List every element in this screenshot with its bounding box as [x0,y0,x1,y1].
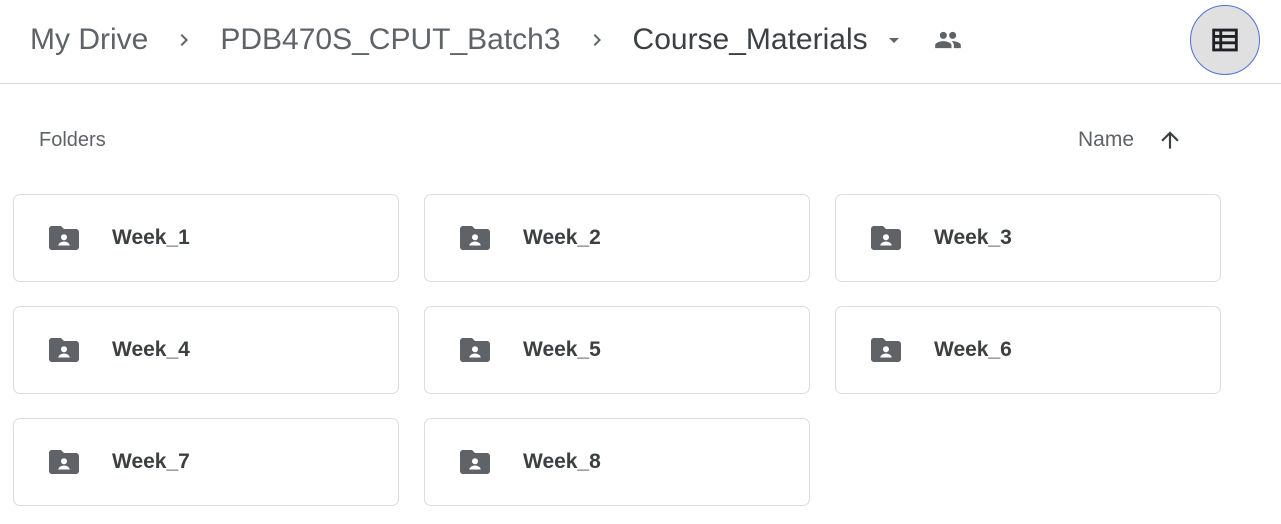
folder-grid: Week_1 Week_2 Week_3 Week_4 Week_5 Week_6 Week… [13,194,1221,506]
folder-name: Week_8 [523,450,601,473]
chevron-right-icon [579,18,615,62]
folder-card[interactable]: Week_3 [835,194,1221,282]
folder-card[interactable]: Week_5 [424,306,810,394]
folder-card[interactable]: Week_8 [424,418,810,506]
sort-control: Name [1078,122,1186,158]
shared-folder-icon [46,332,82,368]
folder-name: Week_4 [112,338,190,361]
folder-name: Week_2 [523,226,601,249]
folder-card[interactable]: Week_2 [424,194,810,282]
sort-by-name-button[interactable]: Name [1078,128,1134,152]
folder-card[interactable]: Week_1 [13,194,399,282]
breadcrumb-batch-folder[interactable]: PDB470S_CPUT_Batch3 [220,18,560,62]
arrow-drop-down-icon[interactable] [876,18,912,62]
folder-name: Week_3 [934,226,1012,249]
shared-folder-icon [46,444,82,480]
list-view-toggle-button[interactable] [1190,5,1260,75]
folder-card[interactable]: Week_4 [13,306,399,394]
folder-card[interactable]: Week_7 [13,418,399,506]
shared-folder-icon [868,220,904,256]
folder-name: Week_1 [112,226,190,249]
folder-name: Week_7 [112,450,190,473]
breadcrumb-current-folder[interactable]: Course_Materials [633,18,868,62]
list-view-icon [1208,23,1242,57]
folder-name: Week_5 [523,338,601,361]
shared-folder-icon [457,444,493,480]
arrow-upward-icon[interactable] [1154,124,1186,156]
top-bar: My Drive PDB470S_CPUT_Batch3 Course_Mate… [0,0,1281,84]
chevron-right-icon [166,18,202,62]
folders-section-title: Folders [39,129,106,151]
breadcrumb-my-drive[interactable]: My Drive [30,18,148,62]
folder-name: Week_6 [934,338,1012,361]
shared-people-icon[interactable] [926,18,970,62]
shared-folder-icon [457,220,493,256]
shared-folder-icon [46,220,82,256]
folder-card[interactable]: Week_6 [835,306,1221,394]
shared-folder-icon [457,332,493,368]
shared-folder-icon [868,332,904,368]
breadcrumb: My Drive PDB470S_CPUT_Batch3 Course_Mate… [30,18,970,62]
